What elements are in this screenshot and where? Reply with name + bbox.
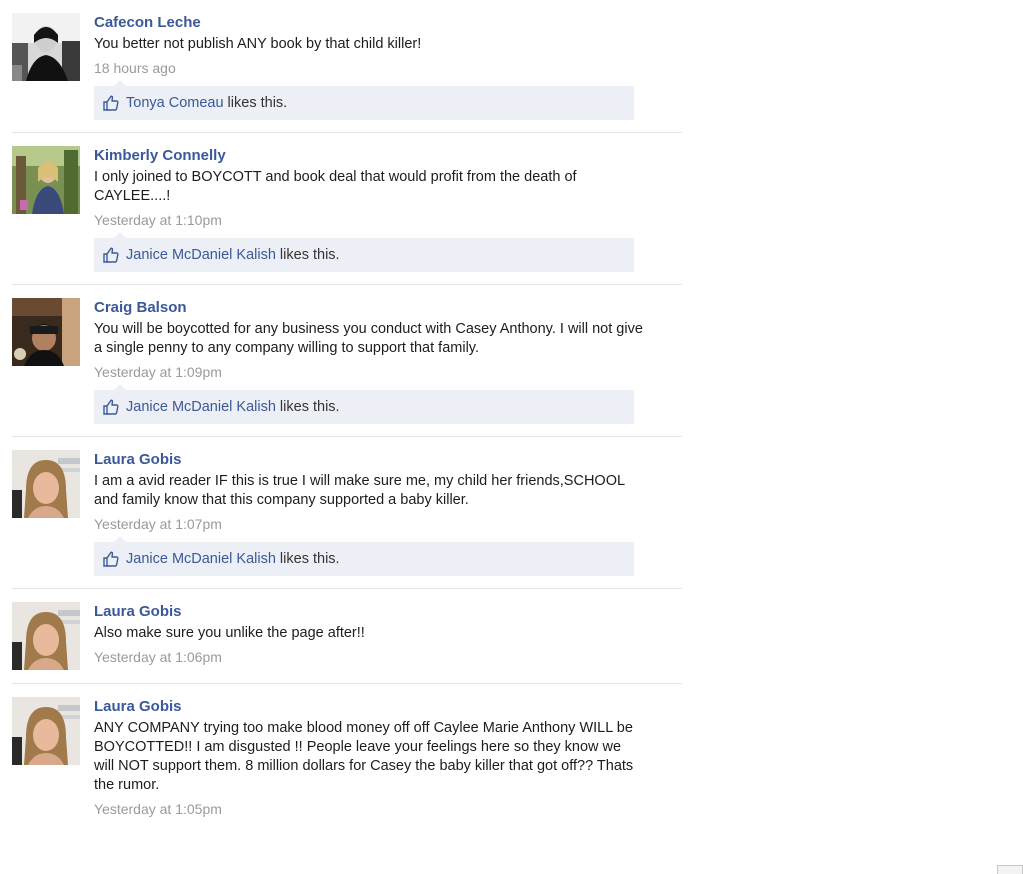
comment-text: I only joined to BOYCOTT and book deal t…: [94, 169, 577, 204]
scroll-corner-handle[interactable]: [997, 865, 1023, 874]
thumbs-up-icon[interactable]: [102, 398, 120, 416]
comment-timestamp[interactable]: Yesterday at 1:09pm: [94, 364, 682, 380]
likes-suffix: likes this.: [275, 247, 340, 263]
comment-author-link[interactable]: Laura Gobis: [94, 603, 682, 620]
avatar[interactable]: [12, 697, 80, 765]
comment-author-link[interactable]: Craig Balson: [94, 299, 682, 316]
comment-author-link[interactable]: Cafecon Leche: [94, 14, 682, 31]
thumbs-up-icon[interactable]: [102, 94, 120, 112]
comment-timestamp[interactable]: Yesterday at 1:06pm: [94, 649, 682, 665]
comment-item: Craig Balson You will be boycotted for a…: [12, 285, 682, 437]
avatar[interactable]: [12, 298, 80, 366]
likes-bar: Janice McDaniel Kalish likes this.: [94, 232, 634, 272]
likes-suffix: likes this.: [223, 95, 288, 111]
comment-item: Laura Gobis ANY COMPANY trying too make …: [12, 684, 682, 829]
liker-link[interactable]: Janice McDaniel Kalish: [126, 399, 276, 415]
thumbs-up-icon[interactable]: [102, 550, 120, 568]
thumbs-up-icon[interactable]: [102, 246, 120, 264]
comment-timestamp[interactable]: 18 hours ago: [94, 60, 682, 76]
avatar[interactable]: [12, 450, 80, 518]
comment-author-link[interactable]: Laura Gobis: [94, 451, 682, 468]
comment-text: Also make sure you unlike the page after…: [94, 625, 365, 641]
comment-item: Cafecon Leche You better not publish ANY…: [12, 0, 682, 133]
comment-item: Kimberly Connelly I only joined to BOYCO…: [12, 133, 682, 285]
comment-item: Laura Gobis I am a avid reader IF this i…: [12, 437, 682, 589]
comment-author-link[interactable]: Laura Gobis: [94, 698, 682, 715]
comment-timestamp[interactable]: Yesterday at 1:10pm: [94, 212, 682, 228]
avatar[interactable]: [12, 13, 80, 81]
likes-bar: Tonya Comeau likes this.: [94, 80, 634, 120]
comment-text: ANY COMPANY trying too make blood money …: [94, 720, 634, 793]
liker-link[interactable]: Janice McDaniel Kalish: [126, 551, 276, 567]
avatar[interactable]: [12, 146, 80, 214]
likes-suffix: likes this.: [275, 551, 340, 567]
comment-feed: Cafecon Leche You better not publish ANY…: [12, 0, 682, 829]
comment-text: You better not publish ANY book by that …: [94, 36, 422, 52]
comment-timestamp[interactable]: Yesterday at 1:05pm: [94, 801, 682, 817]
comment-author-link[interactable]: Kimberly Connelly: [94, 147, 682, 164]
likes-bar: Janice McDaniel Kalish likes this.: [94, 384, 634, 424]
avatar[interactable]: [12, 602, 80, 670]
liker-link[interactable]: Janice McDaniel Kalish: [126, 247, 276, 263]
likes-bar: Janice McDaniel Kalish likes this.: [94, 536, 634, 576]
comment-text: You will be boycotted for any business y…: [94, 321, 643, 356]
likes-suffix: likes this.: [275, 399, 340, 415]
liker-link[interactable]: Tonya Comeau: [126, 95, 224, 111]
comment-item: Laura Gobis Also make sure you unlike th…: [12, 589, 682, 684]
comment-text: I am a avid reader IF this is true I wil…: [94, 473, 625, 508]
comment-timestamp[interactable]: Yesterday at 1:07pm: [94, 516, 682, 532]
